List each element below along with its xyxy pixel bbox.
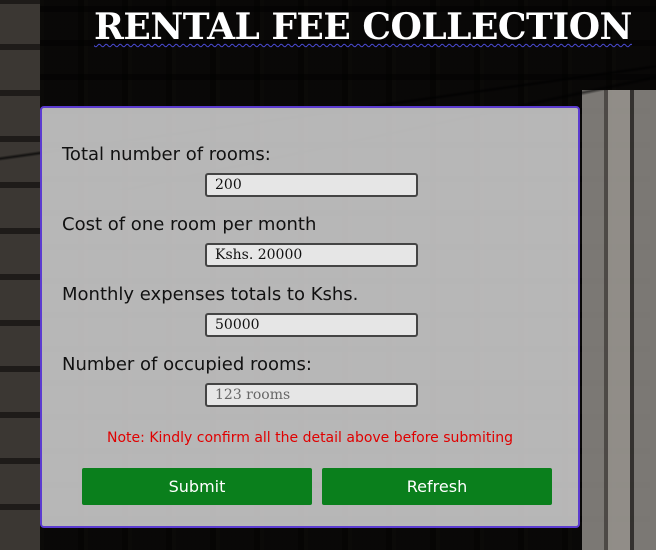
occupied-rooms-label: Number of occupied rooms:: [62, 354, 312, 375]
total-rooms-input[interactable]: [205, 173, 418, 197]
rental-form-panel: Total number of rooms: Cost of one room …: [40, 106, 580, 528]
monthly-expenses-input[interactable]: [205, 313, 418, 337]
page-title: RENTAL FEE COLLECTION: [94, 6, 632, 48]
monthly-expenses-label: Monthly expenses totals to Kshs.: [62, 284, 359, 305]
submit-button[interactable]: Submit: [82, 468, 312, 505]
room-cost-input[interactable]: [205, 243, 418, 267]
occupied-rooms-input[interactable]: [205, 383, 418, 407]
total-rooms-label: Total number of rooms:: [62, 144, 271, 165]
room-cost-label: Cost of one room per month: [62, 214, 317, 235]
confirmation-note: Note: Kindly confirm all the detail abov…: [107, 430, 513, 446]
refresh-button[interactable]: Refresh: [322, 468, 552, 505]
